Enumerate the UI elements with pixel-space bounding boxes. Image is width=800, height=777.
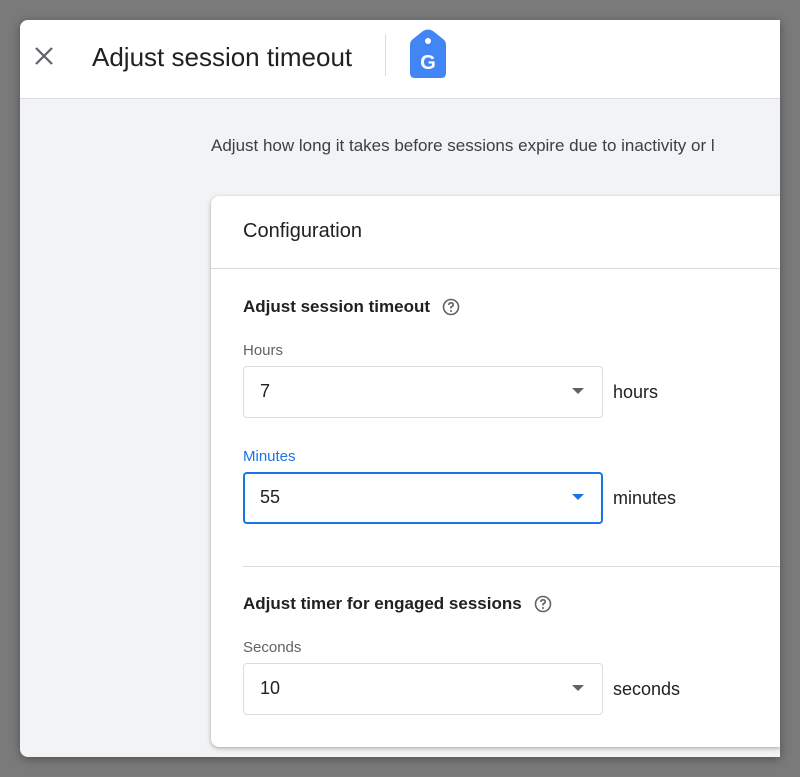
dialog: Adjust session timeout G Adjust how long… xyxy=(20,20,780,757)
hours-select[interactable]: 7 xyxy=(243,366,603,418)
google-tag-icon: G xyxy=(410,29,446,78)
help-icon[interactable] xyxy=(534,595,552,613)
section-title-text: Adjust session timeout xyxy=(243,297,431,316)
page-title: Adjust session timeout xyxy=(92,42,353,72)
close-button[interactable] xyxy=(32,44,56,68)
hours-unit: hours xyxy=(613,382,659,402)
dropdown-arrow-icon xyxy=(572,685,584,691)
seconds-label: Seconds xyxy=(243,639,302,656)
seconds-value: 10 xyxy=(260,678,281,698)
logo-letter: G xyxy=(420,52,436,74)
card-header: Configuration xyxy=(211,196,780,269)
dropdown-arrow-icon xyxy=(572,388,584,394)
session-timeout-section-title: Adjust session timeout xyxy=(243,297,460,317)
hours-label: Hours xyxy=(243,342,284,359)
engaged-sessions-section-title: Adjust timer for engaged sessions xyxy=(243,594,552,614)
header-divider xyxy=(385,34,386,76)
dropdown-arrow-icon xyxy=(572,494,584,500)
top-bar: Adjust session timeout G xyxy=(20,20,780,99)
close-icon xyxy=(35,47,53,65)
seconds-select[interactable]: 10 xyxy=(243,663,603,715)
configuration-card: Configuration Adjust session timeout Hou… xyxy=(211,196,780,747)
minutes-label: Minutes xyxy=(243,448,296,465)
section-divider xyxy=(243,566,780,567)
intro-text: Adjust how long it takes before sessions… xyxy=(211,136,715,155)
hours-value: 7 xyxy=(260,381,271,401)
help-icon[interactable] xyxy=(442,298,460,316)
section-title-text: Adjust timer for engaged sessions xyxy=(243,594,522,613)
seconds-unit: seconds xyxy=(613,679,681,699)
minutes-unit: minutes xyxy=(613,488,677,508)
minutes-select[interactable]: 55 xyxy=(243,472,603,524)
card-title: Configuration xyxy=(243,220,362,242)
minutes-value: 55 xyxy=(260,487,281,507)
